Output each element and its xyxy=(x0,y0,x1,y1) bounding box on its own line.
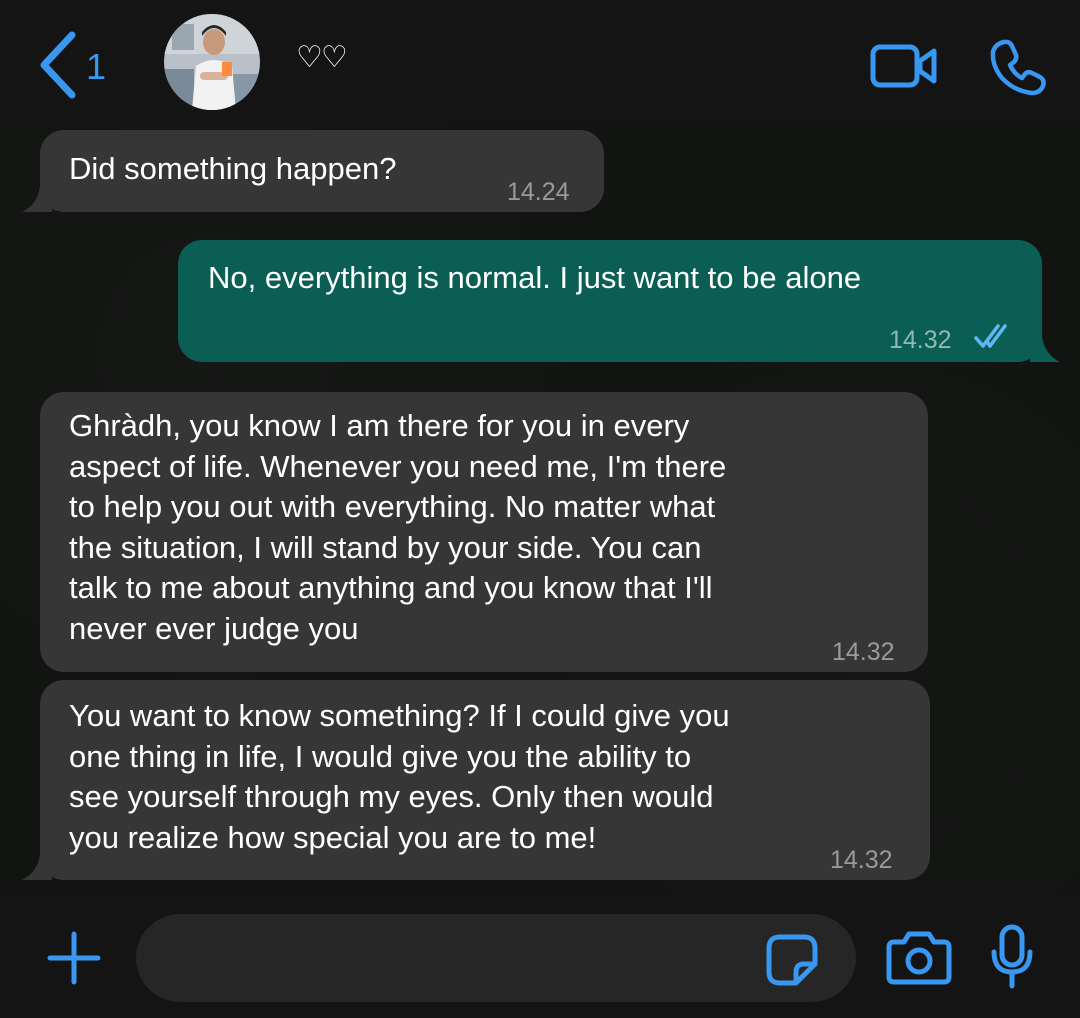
bubble-tail xyxy=(1030,336,1060,362)
sticker-icon xyxy=(766,934,818,986)
sticker-button[interactable] xyxy=(766,934,818,986)
composer-bar xyxy=(0,892,1080,1018)
phone-icon xyxy=(990,38,1048,96)
message-outgoing[interactable]: No, everything is normal. I just want to… xyxy=(178,240,1060,362)
plus-icon xyxy=(46,930,102,986)
message-input[interactable] xyxy=(136,914,856,1002)
message-incoming[interactable]: Did something happen? 14.24 xyxy=(22,130,604,212)
message-text: No, everything is normal. I just want to… xyxy=(208,260,862,295)
voice-call-button[interactable] xyxy=(990,38,1048,96)
avatar[interactable] xyxy=(164,14,260,110)
message-incoming[interactable]: Ghràdh, you know I am there for you in e… xyxy=(40,392,928,672)
camera-button[interactable] xyxy=(886,930,952,986)
chat-screen: 1 ♡♡ Did something happen? 14.24 No, eve… xyxy=(0,0,1080,1018)
voice-message-button[interactable] xyxy=(990,924,1034,990)
message-time: 14.24 xyxy=(507,178,570,206)
message-incoming[interactable]: You want to know something? If I could g… xyxy=(22,680,930,880)
back-button[interactable]: 1 xyxy=(38,30,106,100)
video-camera-icon xyxy=(870,44,938,88)
message-time: 14.32 xyxy=(832,638,895,666)
message-list[interactable]: Did something happen? 14.24 No, everythi… xyxy=(0,120,1080,892)
read-receipt-icon xyxy=(974,320,1014,361)
message-text: Ghràdh, you know I am there for you in e… xyxy=(69,408,727,646)
bubble-tail xyxy=(22,186,52,212)
chat-header: 1 ♡♡ xyxy=(0,0,1080,120)
bubble-tail xyxy=(22,854,52,880)
message-time: 14.32 xyxy=(889,326,952,354)
microphone-icon xyxy=(990,924,1034,990)
message-text: You want to know something? If I could g… xyxy=(69,698,730,855)
unread-count: 1 xyxy=(86,46,107,87)
chevron-left-icon xyxy=(38,31,78,99)
message-text: Did something happen? xyxy=(69,151,397,186)
camera-icon xyxy=(886,930,952,986)
video-call-button[interactable] xyxy=(870,44,938,88)
attach-button[interactable] xyxy=(46,930,102,986)
message-time: 14.32 xyxy=(830,846,893,874)
contact-name[interactable]: ♡♡ xyxy=(296,40,348,75)
